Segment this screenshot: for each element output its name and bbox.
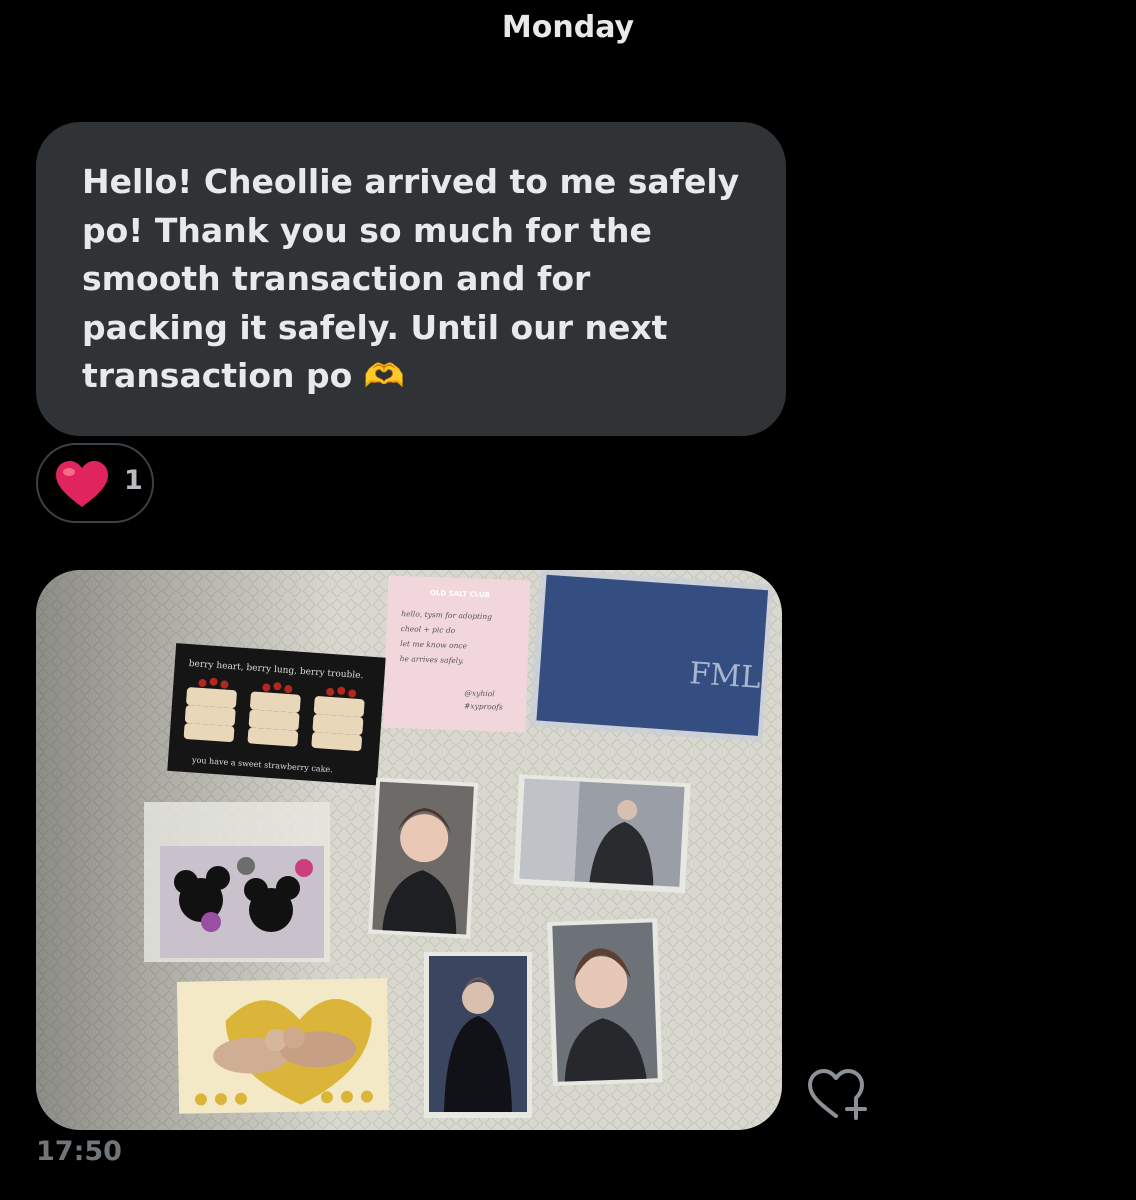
heart-icon: [56, 461, 108, 507]
attached-photo[interactable]: berry heart, berry lung, berry trouble. …: [36, 570, 782, 1130]
note-line: cheol + pic do: [401, 624, 456, 635]
photocard: [513, 774, 691, 894]
photocard: [368, 777, 479, 939]
photo-image: berry heart, berry lung, berry trouble. …: [36, 570, 782, 1130]
note-line: #xyproofs: [464, 701, 503, 711]
reaction-chip[interactable]: 1: [36, 443, 154, 523]
message-line: Hello! Cheollie arrived to me safely: [82, 162, 740, 201]
message-timestamp: 17:50: [36, 1136, 122, 1167]
message-line: smooth transaction and for: [82, 259, 591, 298]
sticker-sheet: [144, 802, 330, 962]
heart-plus-icon[interactable]: [806, 1066, 872, 1122]
pink-note: OLD SALT CLUB hello, tysm for adopting c…: [383, 575, 531, 733]
message-bubble[interactable]: Hello! Cheollie arrived to me safely po!…: [36, 122, 786, 436]
lamb-postcard: [176, 978, 390, 1114]
photocard: [547, 918, 663, 1086]
album-logo: FML: [688, 656, 762, 696]
date-separator: Monday: [501, 10, 635, 45]
photocard: [424, 952, 532, 1118]
message-line: transaction po 🫶: [82, 356, 405, 395]
message-line: po! Thank you so much for the: [82, 210, 652, 250]
message-line: packing it safely. Until our next: [82, 307, 668, 347]
note-line: @xyhiol: [464, 688, 495, 698]
message-text: Hello! Cheollie arrived to me safely po!…: [82, 158, 746, 401]
blue-album: FML: [529, 570, 774, 743]
reaction-count: 1: [124, 465, 143, 496]
cake-sticker: berry heart, berry lung, berry trouble. …: [167, 643, 386, 786]
